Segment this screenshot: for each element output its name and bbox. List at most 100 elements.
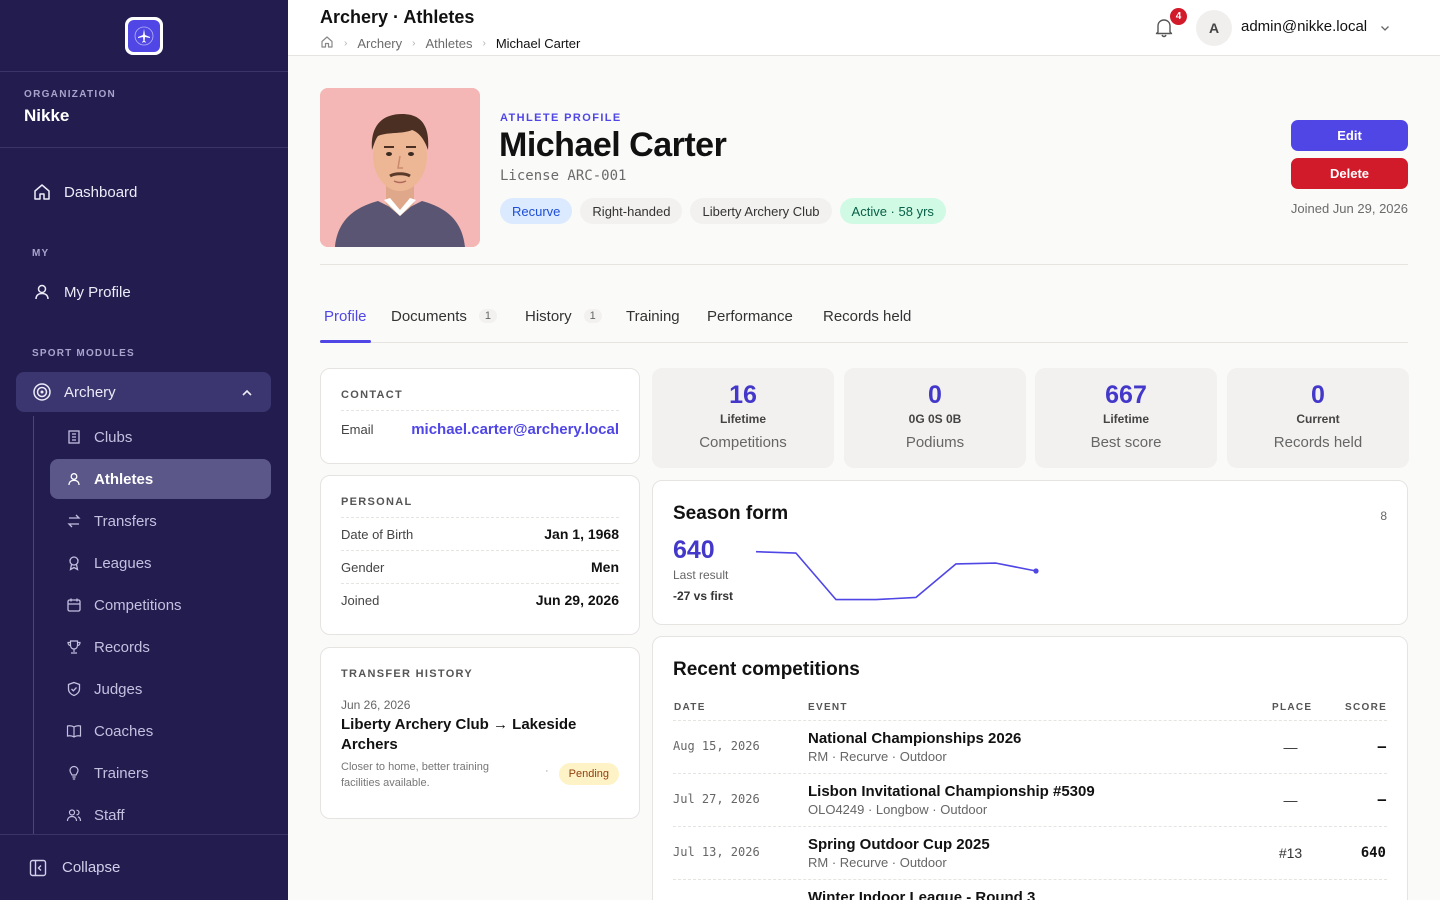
transfer-label: TRANSFER HISTORY (341, 668, 474, 680)
season-form-title: Season form (673, 503, 789, 524)
tab-profile[interactable]: Profile (324, 306, 367, 326)
athlete-photo (320, 88, 480, 247)
stat-podiums: 0 0G 0S 0B Podiums (844, 368, 1026, 468)
organization-label: ORGANIZATION (24, 89, 117, 100)
profile-tabs: Profile Documents 1 History 1 Training Per… (320, 298, 1408, 343)
stat-value: 667 (1105, 381, 1147, 409)
sidebar-collapse-icon (28, 858, 48, 878)
tab-documents[interactable]: Documents 1 (391, 306, 497, 326)
stat-sub: Current (1296, 412, 1340, 426)
email-row: Email michael.carter@archery.local (341, 410, 619, 448)
joined-row: Joined Jun 29, 2026 (341, 583, 619, 616)
transfer-route[interactable]: Liberty Archery Club → Lakeside Archers (341, 715, 619, 755)
transfer-note: Closer to home, better training faciliti… (341, 761, 489, 789)
field-key: Joined (341, 592, 380, 608)
sub-item-coaches[interactable]: Coaches (50, 711, 271, 751)
field-value: Jan 1, 1968 (544, 526, 619, 542)
row-score: – (1377, 739, 1386, 755)
athlete-tags: Recurve Right-handed Liberty Archery Clu… (500, 198, 946, 224)
sub-item-trainers[interactable]: Trainers (50, 753, 271, 793)
sub-item-judges[interactable]: Judges (50, 669, 271, 709)
breadcrumb-archery[interactable]: Archery (357, 36, 402, 51)
col-header-event: EVENT (808, 702, 848, 713)
club-tag: Liberty Archery Club (690, 198, 832, 224)
calendar-icon (66, 597, 82, 613)
season-delta: -27 vs first (673, 589, 734, 603)
notification-badge: 4 (1170, 8, 1187, 25)
recent-competitions-title: Recent competitions (673, 659, 860, 680)
nav-dashboard[interactable]: Dashboard (16, 172, 271, 212)
season-form-point (1033, 568, 1039, 574)
sub-item-competitions[interactable]: Competitions (50, 585, 271, 625)
stat-value: 0 (1311, 381, 1325, 409)
tab-count: 1 (478, 309, 497, 323)
table-row[interactable]: Aug 15, 2026 National Championships 2026… (673, 720, 1387, 773)
chevron-up-icon[interactable] (241, 386, 253, 403)
sub-item-label: Clubs (94, 428, 133, 446)
sub-item-records[interactable]: Records (50, 627, 271, 667)
active-tab-indicator (320, 340, 371, 343)
row-place: #13 (1278, 845, 1303, 861)
stat-label: Competitions (699, 434, 787, 451)
personal-label: PERSONAL (341, 496, 413, 508)
sub-item-label: Judges (94, 680, 143, 698)
contact-label: CONTACT (341, 389, 404, 401)
season-form-card: Season form 8 640 Last result -27 vs fir… (652, 480, 1408, 625)
tab-history[interactable]: History 1 (525, 306, 602, 326)
season-form-chart (755, 550, 1039, 601)
user-icon (32, 282, 52, 302)
sub-item-leagues[interactable]: Leagues (50, 543, 271, 583)
collapse-button[interactable]: Collapse (0, 834, 288, 900)
tab-label: Training (626, 307, 680, 325)
table-row[interactable]: Jul 13, 2026 Spring Outdoor Cup 2025 RM … (673, 826, 1387, 879)
sub-item-clubs[interactable]: Clubs (50, 417, 271, 457)
sub-item-label: Leagues (94, 554, 152, 572)
tab-training[interactable]: Training (626, 306, 680, 326)
breadcrumb-athletes[interactable]: Athletes (425, 36, 472, 51)
avatar[interactable]: A (1196, 10, 1232, 46)
home-icon (32, 182, 52, 202)
breadcrumb-current: Michael Carter (495, 36, 581, 51)
season-form-count: 8 (1380, 509, 1387, 523)
row-score: – (1377, 792, 1386, 808)
sub-item-staff[interactable]: Staff (50, 795, 271, 835)
sub-item-label: Competitions (94, 596, 182, 614)
row-date: Aug 15, 2026 (673, 739, 760, 753)
sub-item-athletes[interactable]: Athletes (50, 459, 271, 499)
tab-records-held[interactable]: Records held (823, 306, 911, 326)
season-last-value: 640 (673, 536, 715, 564)
handedness-tag: Right-handed (580, 198, 683, 224)
tab-performance[interactable]: Performance (707, 306, 793, 326)
tab-label: Performance (707, 307, 793, 325)
sidebar: ORGANIZATION Nikke Dashboard MY My Profi… (0, 0, 288, 900)
nav-my-profile-label: My Profile (64, 283, 131, 301)
sub-item-label: Records (94, 638, 150, 656)
sub-item-transfers[interactable]: Transfers (50, 501, 271, 541)
chevron-down-icon (1379, 21, 1391, 33)
user-menu[interactable]: admin@nikke.local (1241, 18, 1391, 35)
collapse-label: Collapse (62, 859, 121, 876)
arrow-right-icon: → (492, 716, 508, 733)
edit-button[interactable]: Edit (1291, 120, 1408, 151)
delete-button[interactable]: Delete (1291, 158, 1408, 189)
sub-item-label: Transfers (94, 512, 157, 530)
table-row[interactable]: Jul 27, 2026 Lisbon Invitational Champio… (673, 773, 1387, 826)
stat-records-held: 0 Current Records held (1227, 368, 1409, 468)
tab-label: Profile (324, 307, 367, 325)
lightbulb-icon (66, 765, 82, 781)
nav-archery[interactable]: Archery (16, 372, 271, 412)
user-icon (66, 471, 82, 487)
app-logo[interactable] (125, 16, 163, 55)
transfer-date: Jun 26, 2026 (341, 698, 411, 712)
nav-my-profile[interactable]: My Profile (16, 272, 271, 312)
sub-item-label: Coaches (94, 722, 154, 740)
pending-badge: Pending (558, 763, 619, 785)
gender-row: Gender Men (341, 550, 619, 583)
home-icon[interactable] (320, 35, 334, 52)
table-row[interactable]: Winter Indoor League - Round 3 (673, 879, 1387, 900)
bow-type-tag: Recurve (500, 198, 573, 224)
transfer-history-card: TRANSFER HISTORY Jun 26, 2026 Liberty Ar… (320, 647, 640, 819)
email-link[interactable]: michael.carter@archery.local (411, 421, 619, 438)
dob-row: Date of Birth Jan 1, 1968 (341, 517, 619, 550)
breadcrumb: › Archery › Athletes › Michael Carter (320, 35, 580, 52)
